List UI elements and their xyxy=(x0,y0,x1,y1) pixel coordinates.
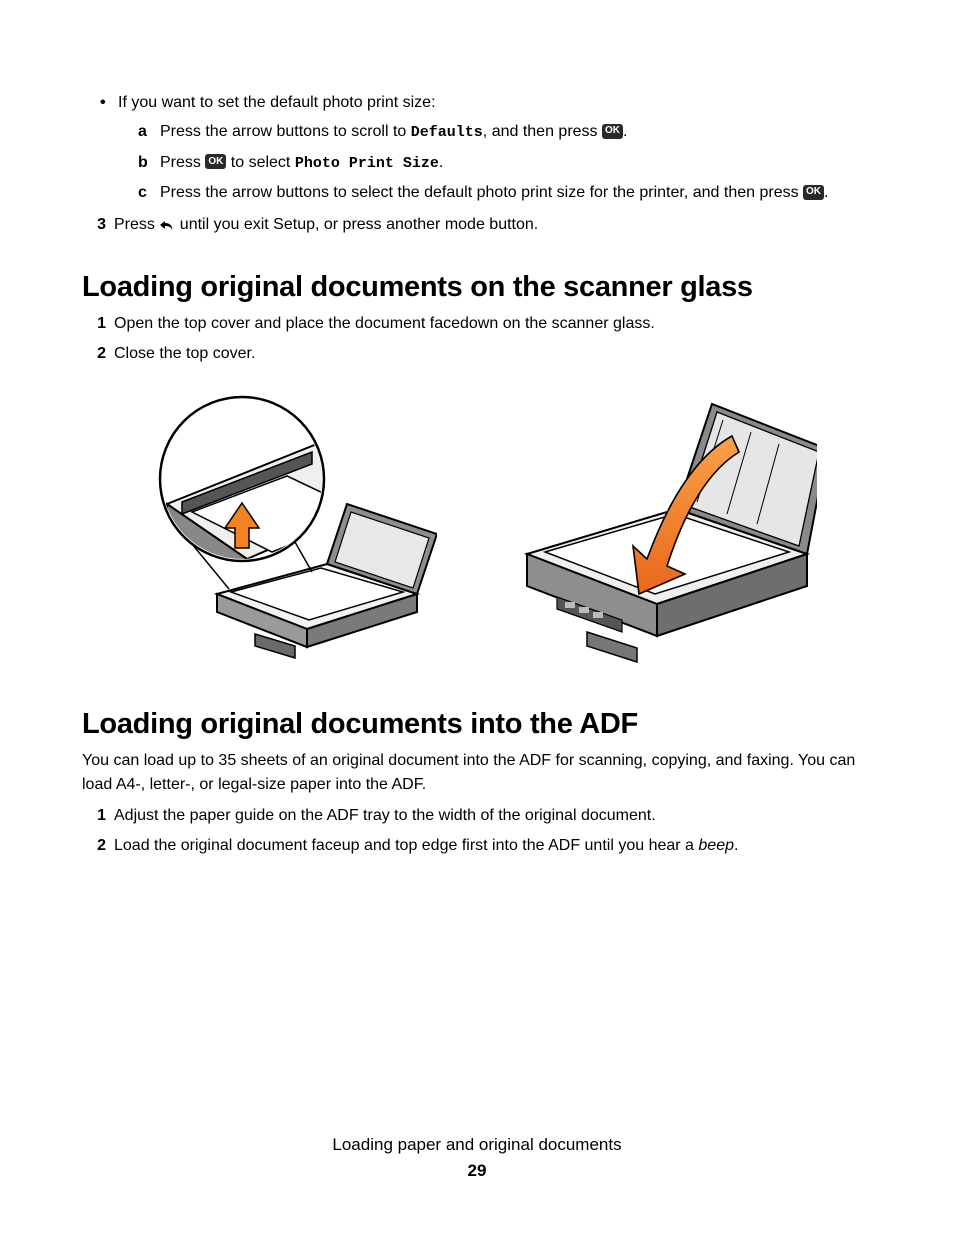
mono-defaults: Defaults xyxy=(411,124,483,141)
num-1: 1 xyxy=(82,312,106,336)
adf-step-1-text: Adjust the paper guide on the ADF tray t… xyxy=(114,804,656,828)
letter-c: c xyxy=(138,181,160,205)
text-fragment: . xyxy=(439,154,443,171)
num-2: 2 xyxy=(82,834,106,858)
heading-scanner-glass: Loading original documents on the scanne… xyxy=(82,271,872,304)
step-c-text: Press the arrow buttons to select the de… xyxy=(160,181,828,205)
scanner-steps: 1 Open the top cover and place the docum… xyxy=(82,312,872,366)
num-2: 2 xyxy=(82,342,106,366)
adf-paragraph: You can load up to 35 sheets of an origi… xyxy=(82,749,872,795)
page-footer: Loading paper and original documents 29 xyxy=(0,1135,954,1181)
num-1: 1 xyxy=(82,804,106,828)
beep-italic: beep xyxy=(698,837,734,854)
abc-list: a Press the arrow buttons to scroll to D… xyxy=(138,120,872,205)
text-fragment: . xyxy=(623,123,627,140)
step-3-text: Press until you exit Setup, or press ano… xyxy=(114,213,538,237)
text-fragment: until you exit Setup, or press another m… xyxy=(175,216,538,233)
heading-adf: Loading original documents into the ADF xyxy=(82,708,872,741)
text-fragment: Press xyxy=(160,154,205,171)
step-b: b Press OK to select Photo Print Size. xyxy=(138,151,872,176)
page-content: If you want to set the default photo pri… xyxy=(0,0,954,858)
adf-step-2-text: Load the original document faceup and to… xyxy=(114,834,738,858)
text-fragment: . xyxy=(824,184,828,201)
num-3: 3 xyxy=(82,213,106,237)
footer-page-number: 29 xyxy=(0,1161,954,1181)
step-3: 3 Press until you exit Setup, or press a… xyxy=(82,213,872,237)
figure-scanner-close xyxy=(517,384,817,674)
ok-icon: OK xyxy=(803,185,824,200)
adf-step-2: 2 Load the original document faceup and … xyxy=(82,834,872,858)
letter-a: a xyxy=(138,120,160,144)
footer-chapter-title: Loading paper and original documents xyxy=(0,1135,954,1155)
text-fragment: Load the original document faceup and to… xyxy=(114,837,698,854)
text-fragment: , and then press xyxy=(483,123,602,140)
text-fragment: to select xyxy=(226,154,294,171)
figure-scanner-detail xyxy=(137,384,437,674)
step-a-text: Press the arrow buttons to scroll to Def… xyxy=(160,120,627,145)
scanner-step-1: 1 Open the top cover and place the docum… xyxy=(82,312,872,336)
adf-steps: 1 Adjust the paper guide on the ADF tray… xyxy=(82,804,872,858)
bullet-lead: If you want to set the default photo pri… xyxy=(118,92,872,114)
figures-row xyxy=(82,384,872,674)
ok-icon: OK xyxy=(205,154,226,169)
back-icon xyxy=(159,217,175,231)
ok-icon: OK xyxy=(602,124,623,139)
text-fragment: . xyxy=(734,837,738,854)
scanner-step-1-text: Open the top cover and place the documen… xyxy=(114,312,655,336)
step-b-text: Press OK to select Photo Print Size. xyxy=(160,151,443,176)
text-fragment: Press the arrow buttons to scroll to xyxy=(160,123,411,140)
adf-step-1: 1 Adjust the paper guide on the ADF tray… xyxy=(82,804,872,828)
mono-photo-print-size: Photo Print Size xyxy=(295,155,439,172)
text-fragment: Press the arrow buttons to select the de… xyxy=(160,184,803,201)
step-c: c Press the arrow buttons to select the … xyxy=(138,181,872,205)
scanner-step-2-text: Close the top cover. xyxy=(114,342,255,366)
letter-b: b xyxy=(138,151,160,175)
text-fragment: Press xyxy=(114,216,159,233)
scanner-step-2: 2 Close the top cover. xyxy=(82,342,872,366)
num-list-top: 3 Press until you exit Setup, or press a… xyxy=(82,213,872,237)
step-a: a Press the arrow buttons to scroll to D… xyxy=(138,120,872,145)
